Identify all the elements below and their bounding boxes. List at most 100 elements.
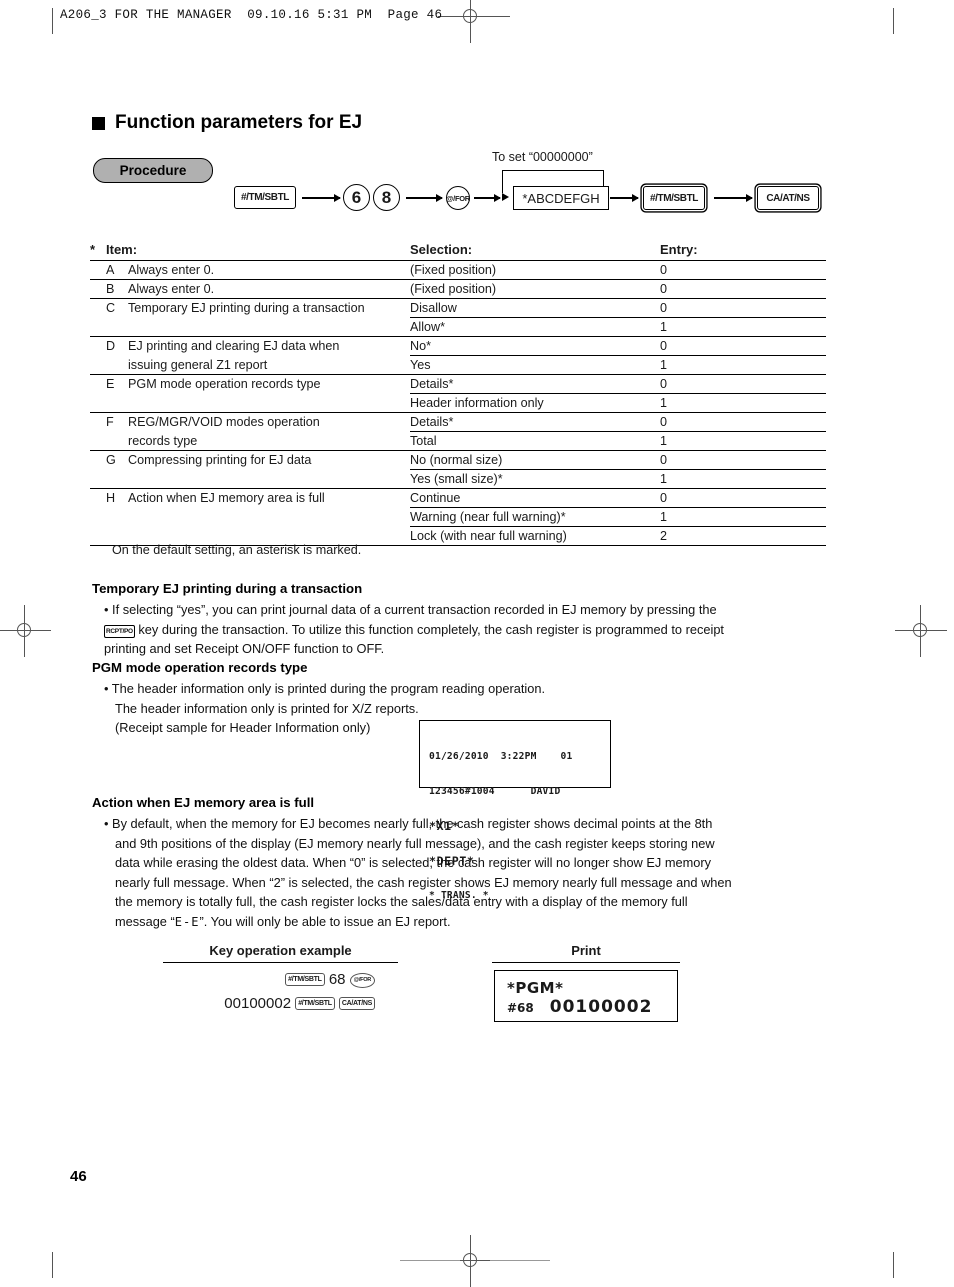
paragraph-temp-ej-printing: • If selecting “yes”, you can print jour…	[104, 600, 834, 659]
flow-key-at-for: @/FOR	[446, 186, 470, 210]
table-cell-description: Always enter 0.	[128, 279, 410, 299]
key-ops-line-1: #/TM/SBTL 68 @/FOR	[168, 968, 375, 992]
crop-line-right-top	[893, 8, 894, 34]
page-title-text: Function parameters for EJ	[115, 112, 363, 133]
rcpt-po-key-icon: RCPT/PO	[104, 624, 135, 638]
pgm-mode-line-1: • The header information only is printed…	[104, 681, 546, 696]
table-header-star: *	[90, 240, 106, 261]
op-key-caatns: CA/AT/NS	[338, 997, 375, 1010]
flow-value-box: *ABCDEFGH	[513, 186, 609, 210]
table-cell-spacer	[90, 412, 106, 432]
table-header-entry: Entry:	[660, 240, 826, 261]
table-cell-selection: Details*	[410, 412, 660, 432]
flow-key-tmsbtl-2: #/TM/SBTL	[643, 186, 705, 210]
table-cell-spacer	[90, 394, 106, 413]
flow-key-digit-6: 6	[343, 184, 370, 211]
flow-key-at-for-label: @/FOR	[446, 193, 470, 203]
op-key-number-00100002: 00100002	[224, 995, 292, 1012]
table-row: F REG/MGR/VOID modes operation Details* 0	[90, 412, 826, 432]
flow-arrow-4	[610, 194, 639, 201]
table-cell-description: Compressing printing for EJ data	[128, 450, 410, 470]
table-cell-selection: Yes	[410, 355, 660, 375]
memory-full-line-1: • By default, when the memory for EJ bec…	[104, 816, 713, 831]
receipt-line-2: 123456#1004 DAVID	[429, 785, 561, 797]
table-cell-description: issuing general Z1 report	[128, 357, 268, 372]
table-row: Header information only 1	[90, 393, 826, 413]
registration-mark-right	[895, 605, 947, 657]
table-cell-entry: 0	[660, 488, 826, 508]
table-cell-spacer	[90, 374, 106, 394]
table-cell-description	[128, 508, 410, 527]
flow-key-tmsbtl-2-label: #/TM/SBTL	[649, 192, 699, 204]
memory-full-line-3: data while erasing the oldest data. When…	[115, 855, 712, 870]
table-cell-entry: 1	[660, 317, 826, 337]
table-cell-entry: 0	[660, 260, 826, 280]
op-key-tmsbtl-1: #/TM/SBTL	[285, 973, 325, 986]
crop-line-right-bottom	[893, 1252, 894, 1278]
flow-key-digit-8: 8	[373, 184, 400, 211]
print-header-text: A206_3 FOR THE MANAGER 09.10.16 5:31 PM …	[60, 8, 443, 22]
table-cell-letter: H	[106, 488, 128, 508]
heading-print: Print	[492, 943, 680, 963]
table-row: issuing general Z1 report Yes 1	[90, 355, 826, 375]
table-cell-selection: Warning (near full warning)*	[410, 507, 660, 527]
table-cell-selection: No*	[410, 336, 660, 356]
seven-segment-ee-display: E-E	[174, 914, 200, 929]
table-cell-entry: 0	[660, 412, 826, 432]
table-cell-letter: E	[106, 374, 128, 394]
table-cell-selection: (Fixed position)	[410, 260, 660, 280]
table-row: B Always enter 0. (Fixed position) 0	[90, 279, 826, 299]
memory-full-line-2: and 9th positions of the display (EJ mem…	[115, 835, 715, 851]
flow-arrow-3	[474, 194, 501, 201]
print-sample-label: #68	[507, 1001, 534, 1015]
table-cell-letter: B	[106, 279, 128, 299]
page-number: 46	[70, 1168, 87, 1185]
memory-full-line-4: nearly full message. When “2” is selecte…	[115, 874, 732, 890]
table-body: A Always enter 0. (Fixed position) 0 B Always…	[90, 260, 826, 546]
procedure-flow-diagram: #/TM/SBTL 6 8 @/FOR To set “00000000” *A…	[230, 150, 930, 220]
table-cell-description: Action when EJ memory area is full	[128, 488, 410, 508]
flow-key-digit-8-label: 8	[381, 187, 392, 207]
flow-key-digit-6-label: 6	[351, 187, 362, 207]
receipt-line-1: 01/26/2010 3:22PM 01	[429, 751, 573, 763]
temp-ej-line-2-text: key during the transaction. To utilize t…	[138, 621, 724, 637]
flow-loop-label: To set “00000000”	[492, 150, 593, 164]
table-cell-selection: Continue	[410, 488, 660, 508]
table-cell-spacer	[90, 356, 106, 375]
table-footnote: On the default setting, an asterisk is m…	[112, 543, 362, 557]
registration-mark-left	[0, 605, 51, 657]
table-cell-entry: 1	[660, 393, 826, 413]
table-cell-description: records type	[128, 433, 198, 448]
memory-full-line-6-suffix: ”. You will only be able to issue an EJ …	[199, 913, 451, 929]
heading-temp-ej-printing: Temporary EJ printing during a transacti…	[92, 581, 363, 596]
table-header-item: Item:	[106, 240, 410, 261]
table-cell-spacer	[90, 508, 106, 527]
table-row: C Temporary EJ printing during a transact…	[90, 298, 826, 318]
heading-memory-full: Action when EJ memory area is full	[92, 795, 315, 810]
table-cell-selection: Lock (with near full warning)	[410, 526, 660, 546]
memory-full-line-5: the memory is totally full, the cash reg…	[115, 894, 688, 909]
key-operation-sequence: #/TM/SBTL 68 @/FOR 00100002 #/TM/SBTL CA…	[168, 968, 375, 1016]
registration-mark-top	[445, 0, 497, 43]
table-cell-selection: Details*	[410, 374, 660, 394]
flow-key-caatns: CA/AT/NS	[757, 186, 819, 210]
flow-key-tmsbtl-1: #/TM/SBTL	[234, 186, 296, 209]
op-key-at-for: @/FOR	[349, 973, 375, 988]
table-cell-letter	[106, 356, 128, 375]
table-cell-letter: A	[106, 260, 128, 280]
table-cell-spacer	[90, 279, 106, 299]
table-cell-description: PGM mode operation records type	[128, 374, 410, 394]
crop-line-bottom-rule-left	[400, 1260, 460, 1261]
table-cell-entry: 1	[660, 507, 826, 527]
flow-loop-arrow-right	[502, 193, 509, 201]
table-cell-spacer	[90, 260, 106, 280]
square-bullet-icon	[92, 116, 105, 130]
heading-key-operation-example: Key operation example	[163, 943, 398, 963]
table-cell-entry: 0	[660, 450, 826, 470]
table-cell-selection: (Fixed position)	[410, 279, 660, 299]
table-cell-letter: D	[106, 336, 128, 356]
temp-ej-line-2: RCPT/PO key during the transaction. To u…	[104, 620, 834, 640]
table-cell-entry: 1	[660, 355, 826, 375]
table-row: Warning (near full warning)* 1	[90, 507, 826, 527]
table-cell-selection: Disallow	[410, 298, 660, 318]
